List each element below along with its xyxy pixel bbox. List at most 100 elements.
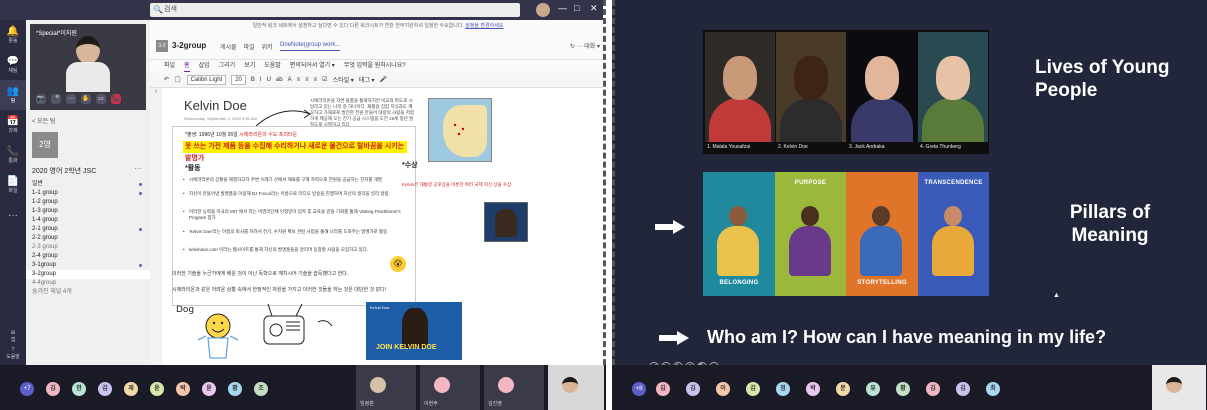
rail-item-calendar[interactable]: 📅 과제 [0, 110, 26, 140]
participant-avatar[interactable]: 김 [926, 382, 940, 396]
channel-item[interactable]: 2-1 group [32, 225, 146, 234]
channel-item[interactable]: 1-4 group [32, 216, 146, 225]
ribbon-tab-7[interactable]: 무엇 입력을 원하시나요? [344, 60, 406, 72]
participant-tile[interactable]: 이현주 [420, 365, 480, 410]
participant-avatar[interactable]: 김 [656, 382, 670, 396]
participant-avatar[interactable]: 박 [176, 382, 190, 396]
ribbon-tab-1[interactable]: 홈 [184, 60, 190, 72]
channel-item[interactable]: 2-2 group [32, 234, 146, 243]
channel-item[interactable]: 2-4 group [32, 252, 146, 261]
participant-avatar[interactable]: 윤 [150, 382, 164, 396]
participant-avatar[interactable]: 이 [716, 382, 730, 396]
ribbon-tool-0[interactable]: B [251, 77, 255, 83]
font-family-select[interactable]: Calibri Light [186, 74, 227, 85]
apps-icon[interactable]: ⊞ 앱 [0, 330, 26, 343]
participant-avatar[interactable]: 문 [836, 382, 850, 396]
tab-0[interactable]: 게시물 [220, 42, 237, 51]
paste-icon[interactable]: 📋 [174, 76, 181, 83]
rail-item-chat[interactable]: 💬 채팅 [0, 50, 26, 80]
self-video-tile[interactable] [1152, 365, 1206, 410]
mic-icon[interactable]: 🎤 [51, 94, 61, 104]
participant-avatar[interactable]: 김 [956, 382, 970, 396]
channel-item[interactable]: 4-4group [32, 279, 146, 288]
page-title[interactable]: Kelvin Doe [184, 98, 247, 113]
minimize-button[interactable]: — [558, 3, 567, 13]
raise-hand-icon[interactable]: ✋ [81, 94, 91, 104]
ribbon-tab-2[interactable]: 삽입 [199, 60, 210, 72]
ribbon-tool-1[interactable]: I [260, 77, 262, 83]
participant-avatar[interactable]: 정 [776, 382, 790, 396]
ribbon-tool-8[interactable]: ☑ [322, 76, 327, 83]
self-video-tile[interactable] [548, 365, 604, 410]
undo-icon[interactable]: ↶ [164, 76, 169, 83]
team-more-icon[interactable]: ··· [134, 164, 142, 173]
participant-tile[interactable]: 김진영 [484, 365, 544, 410]
tab-2[interactable]: 위키 [262, 42, 273, 51]
participant-avatar[interactable]: 윤 [202, 382, 216, 396]
participant-tile[interactable]: 임정훈 [356, 365, 416, 410]
participant-avatar[interactable]: 김 [686, 382, 700, 396]
banner-link[interactable]: 설정을 변경하세요 [465, 23, 503, 29]
channel-item[interactable]: 3-2group [26, 270, 150, 279]
ribbon-tool-2[interactable]: U [267, 77, 271, 83]
channel-item[interactable]: 1-1 group [32, 189, 146, 198]
more-participants-badge-right[interactable]: +8 [632, 382, 646, 396]
ribbon-tab-5[interactable]: 도움말 [264, 60, 281, 72]
header-actions[interactable]: ↻ ⋯ 대화 ▾ [570, 41, 600, 50]
all-teams-link[interactable]: < 모든 팀 [32, 116, 55, 125]
ribbon-tool-4[interactable]: A [288, 77, 292, 83]
team-avatar: 2영 [32, 132, 58, 158]
channel-item[interactable]: 1-3 group [32, 207, 146, 216]
participant-avatar[interactable]: 재 [124, 382, 138, 396]
channel-item[interactable]: 3-1group [32, 261, 146, 270]
team-name[interactable]: 2020 영어 2학년 JSC [32, 166, 96, 176]
more-participants-badge[interactable]: +7 [20, 382, 34, 396]
ribbon-tab-4[interactable]: 보기 [244, 60, 255, 72]
maximize-button[interactable]: □ [574, 3, 579, 13]
search-input[interactable]: 🔍 검색 [150, 3, 520, 17]
tab-1[interactable]: 파일 [244, 42, 255, 51]
ribbon-tab-6[interactable]: 편의되어서 열기 ▾ [290, 60, 335, 72]
ribbon-tool-7[interactable]: ≡ [314, 77, 318, 83]
participant-avatar[interactable]: 김 [98, 382, 112, 396]
more-icon[interactable]: ⋯ [66, 94, 76, 104]
hangup-icon[interactable]: 📞 [111, 94, 121, 104]
participant-avatar[interactable]: 유 [866, 382, 880, 396]
participant-avatar[interactable]: 조 [254, 382, 268, 396]
video-thumbnail[interactable] [484, 202, 528, 242]
participant-avatar[interactable]: 김 [46, 382, 60, 396]
participant-avatar[interactable]: 황 [896, 382, 910, 396]
participant-avatar[interactable]: 박 [806, 382, 820, 396]
participant-avatar[interactable]: 김 [746, 382, 760, 396]
rail-item-bell[interactable]: 🔔 활동 [0, 20, 26, 50]
tab-3[interactable]: OneNote(group work... [279, 42, 341, 51]
presentation-slide: 1. Malala Yousafzai 2. Kelvin Doe 3. Jack … [615, 0, 1207, 372]
rail-item-teams[interactable]: 👥 팀 [0, 80, 26, 110]
camera-icon[interactable]: 📷 [36, 94, 46, 104]
channel-item[interactable]: 숨겨진 채널 4개 [32, 288, 146, 297]
rail-item-phone[interactable]: 📞 통화 [0, 140, 26, 170]
channel-item[interactable]: 일반 [32, 180, 146, 189]
ribbon-tool-9[interactable]: 스타일 ▾ [333, 75, 354, 84]
rail-item-files[interactable]: 📄 파일 [0, 170, 26, 200]
font-size-select[interactable]: 20 [231, 74, 246, 85]
ribbon-tab-3[interactable]: 그리기 [219, 60, 236, 72]
rail-item-more[interactable]: ··· [0, 200, 26, 230]
channel-item[interactable]: 2-3 group [32, 243, 146, 252]
participant-avatar[interactable]: 최 [986, 382, 1000, 396]
ribbon-tab-0[interactable]: 파일 [164, 60, 175, 72]
ribbon-tool-5[interactable]: ≡ [297, 77, 301, 83]
section-collapse-toggle[interactable]: › [150, 88, 162, 365]
ribbon-tool-11[interactable]: 🎤 [380, 76, 387, 83]
call-video-window[interactable]: *Special*이지원 📷 🎤 ⋯ ✋ ▭ 📞 [30, 24, 146, 110]
close-button[interactable]: ✕ [590, 3, 598, 14]
participant-avatar[interactable]: 한 [72, 382, 86, 396]
ribbon-tool-3[interactable]: ab [276, 77, 283, 83]
ribbon-tool-10[interactable]: 태그 ▾ [359, 75, 375, 84]
channel-item[interactable]: 1-2 group [32, 198, 146, 207]
share-icon[interactable]: ▭ [96, 94, 106, 104]
ribbon-tool-6[interactable]: ≡ [305, 77, 309, 83]
help-icon[interactable]: ? 도움말 [0, 347, 26, 360]
participant-avatar[interactable]: 황 [228, 382, 242, 396]
profile-avatar[interactable] [536, 3, 550, 17]
